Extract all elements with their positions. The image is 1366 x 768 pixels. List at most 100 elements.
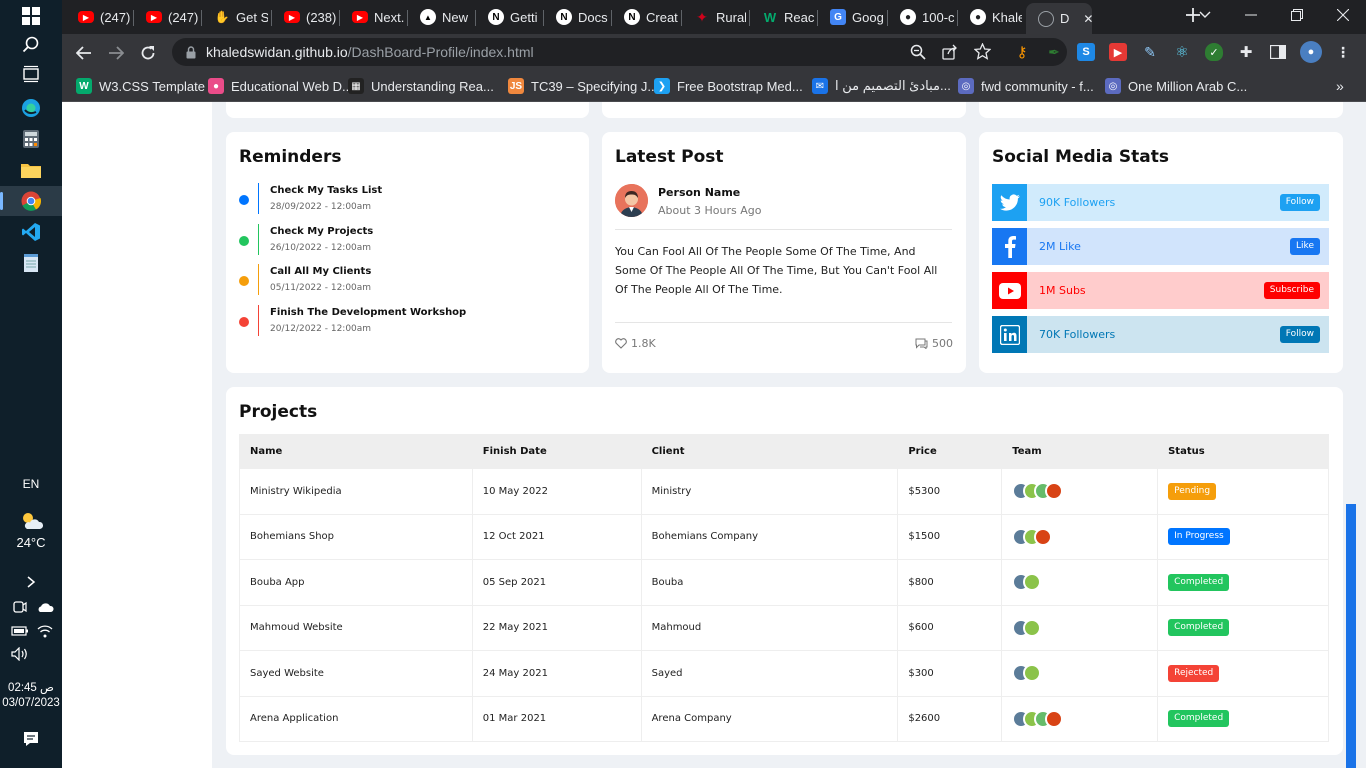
clock-time[interactable]: 02:45 ص (0, 680, 62, 694)
zoom-icon[interactable] (910, 44, 926, 60)
reload-button[interactable] (135, 40, 161, 66)
social-action-button[interactable]: Like (1290, 238, 1320, 255)
bookmark-item[interactable]: ◎ fwd community - f... (958, 76, 1094, 96)
bookmark-item[interactable]: ▦ Understanding Rea... (348, 76, 494, 96)
pencil-extension-icon[interactable]: ✎ (1141, 43, 1159, 61)
tab-github-13[interactable]: ● Khale (958, 3, 1022, 31)
tab-hand-2[interactable]: ✋ Get S (202, 3, 268, 31)
tab-maple-9[interactable]: ✦ Rural (682, 3, 746, 31)
tab-w-10[interactable]: W React (750, 3, 814, 31)
tab-github-12[interactable]: ● 100-c (888, 3, 954, 31)
edge-icon[interactable] (19, 96, 43, 120)
bookmark-item[interactable]: ❯ Free Bootstrap Med... (654, 76, 803, 96)
table-row[interactable]: Bohemians Shop 12 Oct 2021 Bohemians Compa… (239, 513, 1329, 560)
tab-next-6[interactable]: N Getti (476, 3, 540, 31)
column-header[interactable]: Name (239, 434, 473, 469)
chevron-right-icon[interactable] (19, 570, 43, 594)
profile-avatar[interactable]: ● (1300, 41, 1322, 63)
extensions-puzzle-icon[interactable]: ✚ (1237, 43, 1255, 61)
tab-youtube-1[interactable]: ▶ (247) (134, 3, 198, 31)
minimize-button[interactable] (1228, 0, 1274, 30)
bookmark-item[interactable]: W W3.CSS Template (76, 76, 205, 96)
table-row[interactable]: Sayed Website 24 May 2021 Sayed $300 Rejecte… (239, 650, 1329, 697)
avatar[interactable] (1045, 482, 1064, 501)
restore-button[interactable] (1274, 0, 1320, 30)
avatar[interactable] (1023, 618, 1042, 637)
tab-next-7[interactable]: N Docs (544, 3, 608, 31)
volume-icon[interactable] (8, 642, 32, 666)
tab-google-translate-11[interactable]: G Goog (818, 3, 884, 31)
youtube-icon: ▶ (352, 11, 368, 23)
close-tab-icon[interactable]: ✕ (1083, 12, 1092, 26)
menu-kebab-icon[interactable]: ⋮ (1334, 43, 1352, 61)
calculator-icon[interactable] (19, 127, 43, 151)
s-extension-icon[interactable]: S (1077, 43, 1095, 61)
social-stat-text: 1M Subs (1039, 284, 1086, 297)
file-explorer-icon[interactable] (19, 158, 43, 182)
shield-extension-icon[interactable]: ✓ (1205, 43, 1223, 61)
notification-icon[interactable] (19, 727, 43, 751)
back-button[interactable] (71, 40, 97, 66)
avatar[interactable] (1034, 527, 1053, 546)
cell-team (1001, 604, 1159, 651)
bookmark-star-icon[interactable] (974, 43, 991, 60)
social-action-button[interactable]: Follow (1279, 194, 1320, 211)
column-header[interactable]: Client (640, 434, 899, 469)
table-row[interactable]: Arena Application 01 Mar 2021 Arena Compan… (239, 695, 1329, 742)
tab-globe-14[interactable]: D ✕ (1026, 3, 1092, 34)
column-header[interactable]: Finish Date (471, 434, 642, 469)
clock-date[interactable]: 03/07/2023 (0, 697, 62, 709)
comments-count: 500 (932, 337, 953, 350)
tab-youtube-3[interactable]: ▶ (238) (272, 3, 336, 31)
avatar[interactable] (1023, 664, 1042, 683)
wifi-icon[interactable] (33, 619, 57, 643)
key-extension-icon[interactable]: ⚷ (1013, 43, 1031, 61)
table-row[interactable]: Bouba App 05 Sep 2021 Bouba $800 Completed (239, 559, 1329, 606)
forward-button[interactable] (103, 40, 129, 66)
tab-youtube-0[interactable]: ▶ (247) (66, 3, 130, 31)
chrome-icon[interactable] (19, 189, 43, 213)
divider (615, 229, 952, 230)
notepad-icon[interactable] (19, 251, 43, 275)
vscode-icon[interactable] (19, 220, 43, 244)
bookmark-item[interactable]: ✉ مبادئ التصميم من ا... (812, 76, 951, 96)
table-row[interactable]: Ministry Wikipedia 10 May 2022 Ministry $53… (239, 468, 1329, 515)
likes-counter[interactable]: 1.8K (615, 337, 656, 350)
onedrive-icon[interactable] (33, 595, 57, 619)
battery-icon[interactable] (8, 619, 32, 643)
avatar[interactable] (1023, 573, 1042, 592)
feather-extension-icon[interactable]: ✒ (1045, 43, 1063, 61)
column-header[interactable]: Team (1001, 434, 1159, 469)
comments-counter[interactable]: 500 (915, 337, 953, 350)
lock-icon[interactable] (186, 45, 196, 59)
page-scrollbar[interactable] (1346, 504, 1356, 768)
bookmark-item[interactable]: JS TC39 – Specifying J... (508, 76, 658, 96)
table-row[interactable]: Mahmoud Website 22 May 2021 Mahmoud $600 Com… (239, 604, 1329, 651)
tab-next-8[interactable]: N Creat (612, 3, 678, 31)
react-devtools-icon[interactable]: ⚛ (1173, 43, 1191, 61)
weather-icon[interactable] (19, 508, 43, 532)
side-panel-icon[interactable] (1269, 43, 1287, 61)
bookmark-item[interactable]: ◎ One Million Arab C... (1105, 76, 1247, 96)
search-icon[interactable] (19, 33, 43, 57)
share-icon[interactable] (942, 44, 958, 60)
windows-start-icon[interactable] (19, 4, 43, 28)
task-view-icon[interactable] (19, 62, 43, 86)
social-action-button[interactable]: Follow (1279, 326, 1320, 343)
language-indicator[interactable]: EN (0, 477, 62, 491)
social-action-button[interactable]: Subscribe (1263, 282, 1320, 299)
column-header[interactable]: Price (897, 434, 1003, 469)
cell-date: 24 May 2021 (471, 650, 642, 697)
meet-now-icon[interactable] (8, 595, 32, 619)
close-window-button[interactable] (1320, 0, 1366, 30)
address-bar[interactable]: khaledswidan.github.io/DashBoard-Profile… (172, 38, 1067, 66)
media-extension-icon[interactable]: ▶ (1109, 43, 1127, 61)
post-author-name[interactable]: Person Name (658, 186, 740, 199)
tab-vercel-5[interactable]: ▲ New (408, 3, 472, 31)
avatar[interactable] (1045, 709, 1064, 728)
bookmarks-overflow-icon[interactable]: » (1336, 76, 1344, 96)
column-header[interactable]: Status (1157, 434, 1329, 469)
tab-youtube-4[interactable]: ▶ Next. (340, 3, 404, 31)
tab-search-chevron-icon[interactable] (1182, 0, 1228, 30)
bookmark-item[interactable]: ● Educational Web D... (208, 76, 353, 96)
